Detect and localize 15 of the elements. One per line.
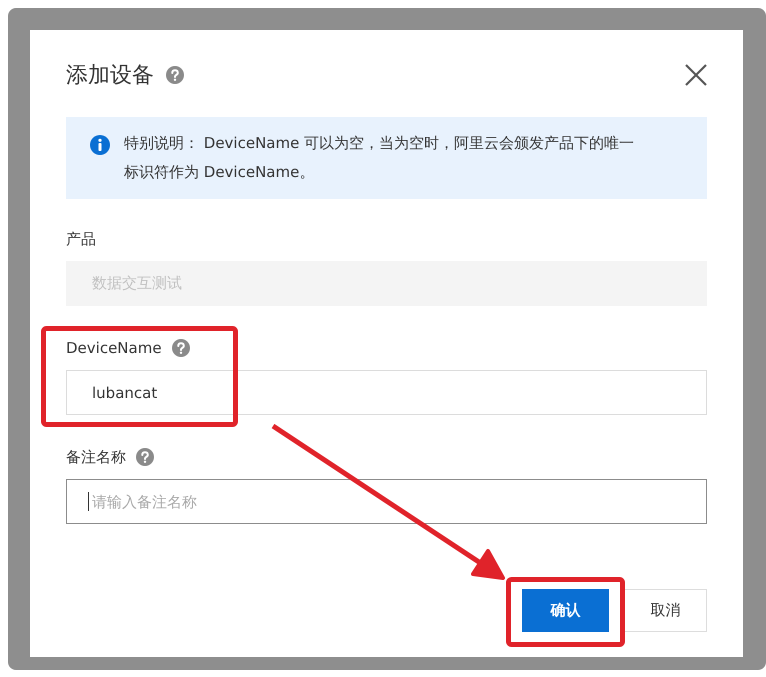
cancel-button[interactable]: 取消 [624, 589, 707, 632]
field-label: 产品 [66, 230, 96, 248]
help-icon[interactable] [166, 66, 184, 84]
field-label: DeviceName [66, 339, 162, 357]
help-icon[interactable] [136, 448, 154, 466]
notice-text: 特别说明： DeviceName 可以为空，当为空时，阿里云会颁发产品下的唯一标识符作为 DeviceName。 [124, 133, 636, 183]
input-field[interactable]: lubancat [66, 370, 707, 415]
confirm-button[interactable]: 确认 [522, 589, 609, 632]
close-icon[interactable] [685, 64, 707, 86]
input-field[interactable]: 请输入备注名称 [66, 479, 707, 524]
text-cursor [88, 492, 89, 511]
info-icon [90, 135, 110, 155]
dialog-title: 添加设备 [66, 62, 154, 90]
help-icon[interactable] [172, 339, 190, 357]
field-label: 备注名称 [66, 448, 126, 466]
